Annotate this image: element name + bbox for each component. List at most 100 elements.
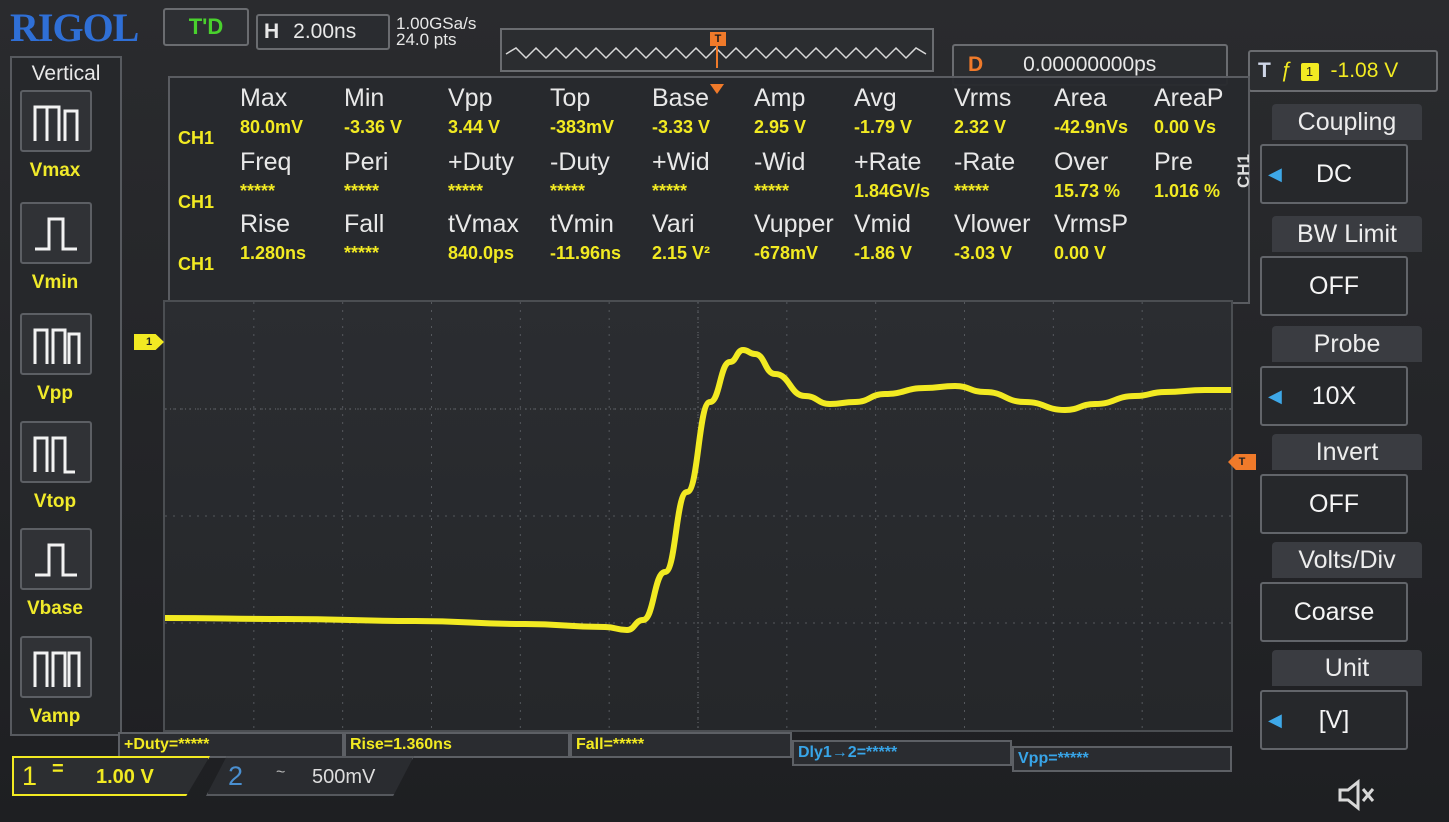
ch2-status-box[interactable]: 2 ~ 500mV [206, 756, 414, 796]
ch1-ground-marker[interactable]: 1 [134, 334, 164, 350]
measurement-value: ***** [754, 181, 790, 201]
channel-menu-value-text: Coarse [1293, 598, 1375, 626]
rising-edge-icon: ƒ [1280, 59, 1293, 82]
measurement-value: 2.95 V [754, 117, 807, 137]
measurement-cell: -Duty ***** [550, 148, 660, 210]
dc-coupling-icon: = [52, 758, 64, 780]
selector-arrow-icon: ◀ [1268, 164, 1282, 184]
measure-item-label: Vamp [29, 706, 81, 727]
channel-menu-value[interactable]: OFF [1260, 256, 1408, 316]
measurement-name: -Rate [954, 148, 1016, 176]
quick-measure-duty[interactable]: +Duty=***** [118, 732, 344, 758]
measurement-cell: -Rate ***** [954, 148, 1064, 210]
vpp-pulse-icon [20, 313, 92, 375]
measurement-name: Vpp [448, 84, 493, 112]
vmax-pulse-icon [20, 90, 92, 152]
measurement-name: Freq [240, 148, 292, 176]
measurement-cell: Area -42.9nVs [1054, 84, 1164, 146]
measure-item-vmax[interactable]: Vmax [20, 90, 92, 186]
channel-menu-value[interactable]: ◀ DC [1260, 144, 1408, 204]
measurement-value: 3.44 V [448, 117, 501, 137]
measurement-value: -3.33 V [652, 117, 711, 137]
quick-measure-fall[interactable]: Fall=***** [570, 732, 792, 758]
measurement-cell: Freq ***** [240, 148, 350, 210]
measurement-cell: +Rate 1.84GV/s [854, 148, 964, 210]
measurement-value: 1.84GV/s [854, 181, 931, 201]
trigger-label: T [1258, 59, 1271, 82]
measurement-panel: CH1 Max 80.0mV Min -3.36 V Vpp 3.44 V Top -383mV… [168, 76, 1250, 304]
delay-label: D [968, 53, 984, 76]
channel-menu-invert[interactable]: Invert OFF [1244, 434, 1434, 542]
quick-measure-rise[interactable]: Rise=1.360ns [344, 732, 570, 758]
timebase-label: H [264, 20, 280, 43]
measurement-cell: -Wid ***** [754, 148, 864, 210]
channel-menu-coupling[interactable]: Coupling ◀ DC CH1 [1234, 104, 1434, 212]
trigger-status[interactable]: Tƒ 1 -1.08 V [1248, 50, 1438, 92]
channel-menu-probe[interactable]: Probe ◀ 10X [1244, 326, 1434, 434]
measurement-cell: VrmsP 0.00 V [1054, 210, 1164, 272]
ch1-status-box[interactable]: 1 = 1.00 V [12, 756, 210, 796]
measurement-name: +Wid [652, 148, 710, 176]
measure-item-label: Vbase [27, 598, 83, 619]
measurement-name: Fall [344, 210, 385, 238]
measurement-value: 2.15 V² [652, 243, 711, 263]
measurement-value: -11.96ns [550, 243, 622, 263]
measurement-value: ***** [344, 181, 380, 201]
channel-menu-unit[interactable]: Unit ◀ [V] [1244, 650, 1434, 758]
quick-measure-vpp[interactable]: Vpp=***** [1012, 746, 1232, 772]
graticule-grid [165, 302, 1231, 730]
oscilloscope-screen: RIGOL T'D H 2.00ns 1.00GSa/s 24.0 pts T D… [0, 0, 1449, 822]
measurement-name: tVmax [448, 210, 519, 238]
measurement-name: -Wid [754, 148, 806, 176]
channel-menu-value-text: OFF [1309, 272, 1359, 300]
measurement-name: -Duty [550, 148, 610, 176]
measurement-cell: Over 15.73 % [1054, 148, 1164, 210]
measurement-value: -3.36 V [344, 117, 403, 137]
measurement-cell: tVmax 840.0ps [448, 210, 558, 272]
channel-menu-title: Volts/Div [1272, 542, 1422, 578]
ch1-number: 1 [22, 761, 38, 791]
vtop-pulse-icon [20, 421, 92, 483]
measurement-cell: Vpp 3.44 V [448, 84, 558, 146]
measurement-name: Top [550, 84, 591, 112]
measure-item-vamp[interactable]: Vamp [20, 636, 92, 732]
measurement-value: 1.280ns [240, 243, 307, 263]
measurement-row: CH1 Max 80.0mV Min -3.36 V Vpp 3.44 V Top -383mV… [170, 84, 1250, 148]
measure-item-label: Vtop [33, 491, 77, 512]
sound-muted-icon[interactable] [1336, 778, 1376, 812]
memory-waveform-bar[interactable]: T [500, 28, 934, 72]
channel-menu-bw-limit[interactable]: BW Limit OFF [1244, 216, 1434, 324]
measurement-row: CH1 Freq ***** Peri ***** +Duty ***** -Duty ****… [170, 148, 1250, 212]
measurement-channel: CH1 [178, 254, 215, 274]
measure-item-vbase[interactable]: Vbase [20, 528, 92, 624]
measurement-name: Base [652, 84, 709, 112]
channel-menu-title: BW Limit [1272, 216, 1422, 252]
measurement-name: Vrms [954, 84, 1012, 112]
rigol-logo: RIGOL [10, 5, 139, 50]
channel-menu-value[interactable]: Coarse [1260, 582, 1408, 642]
measurement-cell: Amp 2.95 V [754, 84, 864, 146]
channel-menu-value-text: 10X [1311, 382, 1357, 410]
channel-menu-volts-div[interactable]: Volts/Div Coarse [1244, 542, 1434, 650]
memory-depth: 24.0 pts [396, 30, 457, 49]
quick-measure-delay[interactable]: Dly1→2=***** [792, 740, 1012, 766]
measure-item-vmin[interactable]: Vmin [20, 202, 92, 298]
channel-menu-value[interactable]: ◀ 10X [1260, 366, 1408, 426]
channel-menu-value[interactable]: ◀ [V] [1260, 690, 1408, 750]
timebase-value: 2.00ns [293, 20, 357, 43]
measurement-name: Min [344, 84, 385, 112]
channel-menu-value[interactable]: OFF [1260, 474, 1408, 534]
measurement-cell: +Wid ***** [652, 148, 762, 210]
horizontal-timebase[interactable]: H 2.00ns [256, 14, 390, 50]
run-state-indicator[interactable]: T'D [163, 8, 249, 46]
channel-menu-value-text: DC [1315, 160, 1353, 188]
measurement-name: Over [1054, 148, 1109, 176]
ac-coupling-icon: ~ [276, 764, 286, 781]
measurement-value: -1.86 V [854, 243, 913, 263]
channel-menu-title: Probe [1272, 326, 1422, 362]
measurement-cell: Rise 1.280ns [240, 210, 350, 272]
measurement-cell: Top -383mV [550, 84, 660, 146]
selector-arrow-icon: ◀ [1268, 710, 1282, 730]
measure-item-vpp[interactable]: Vpp [20, 313, 92, 409]
measure-item-vtop[interactable]: Vtop [20, 421, 92, 517]
